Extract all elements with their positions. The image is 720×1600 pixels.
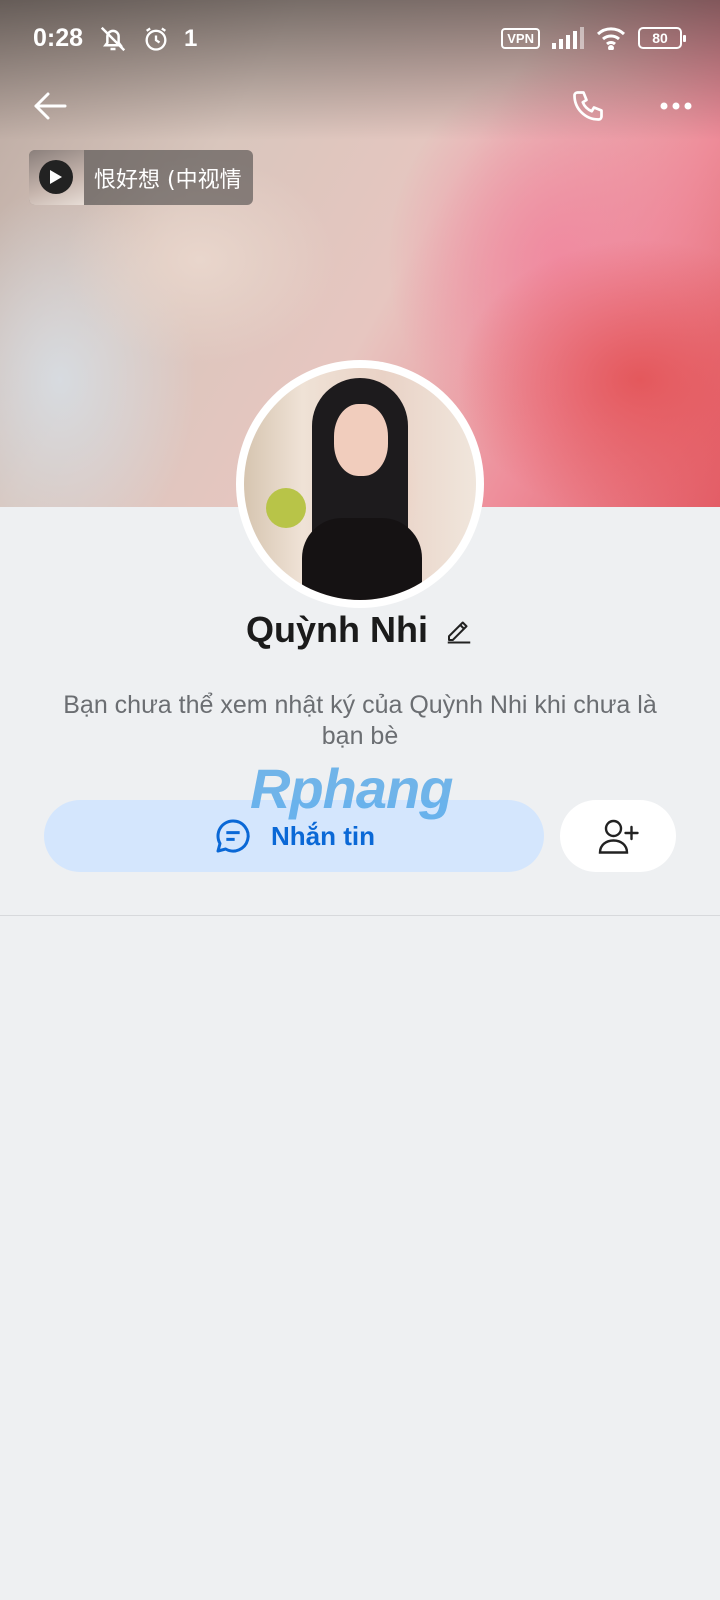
status-extra-indicator: 1: [184, 25, 198, 52]
name-row: Quỳnh Nhi: [0, 600, 720, 660]
avatar-background-toy: [266, 488, 306, 528]
profile-music-chip[interactable]: 恨好想 (中视情: [29, 150, 253, 205]
status-bar: 0:28 1 VPN 80: [0, 0, 720, 80]
more-dots-icon: [660, 102, 692, 110]
vpn-badge: VPN: [501, 27, 540, 49]
message-label: Nhắn tin: [271, 820, 375, 851]
status-time: 0:28: [33, 24, 84, 52]
pencil-icon[interactable]: [444, 615, 474, 645]
wifi-icon: [596, 27, 626, 50]
play-icon: [50, 170, 62, 184]
add-friend-button[interactable]: [560, 800, 676, 872]
phone-icon: [573, 91, 603, 121]
status-icons-left: 1: [98, 24, 197, 54]
avatar-face: [334, 404, 388, 476]
watermark: Rphang: [250, 757, 453, 820]
back-arrow-icon: [34, 92, 67, 120]
music-thumbnail: [29, 150, 84, 205]
alarm-icon: [145, 27, 167, 51]
music-title: 恨好想 (中视情: [94, 167, 242, 193]
back-button[interactable]: [22, 78, 78, 134]
play-button[interactable]: [39, 160, 73, 194]
bell-off-icon: [100, 26, 126, 52]
call-button[interactable]: [560, 78, 616, 134]
avatar-ring: [236, 360, 484, 608]
section-divider: [0, 915, 720, 916]
avatar[interactable]: [244, 368, 476, 600]
add-user-icon: [598, 819, 639, 854]
avatar-body: [302, 518, 422, 600]
battery-indicator: 80: [638, 27, 686, 49]
privacy-notice: Bạn chưa thể xem nhật ký của Quỳnh Nhi k…: [63, 691, 657, 750]
more-button[interactable]: [648, 78, 704, 134]
profile-name: Quỳnh Nhi: [246, 609, 428, 650]
chat-bubble-icon: [216, 819, 250, 853]
status-icons-right: VPN 80: [501, 26, 686, 50]
signal-icon: [552, 27, 584, 49]
